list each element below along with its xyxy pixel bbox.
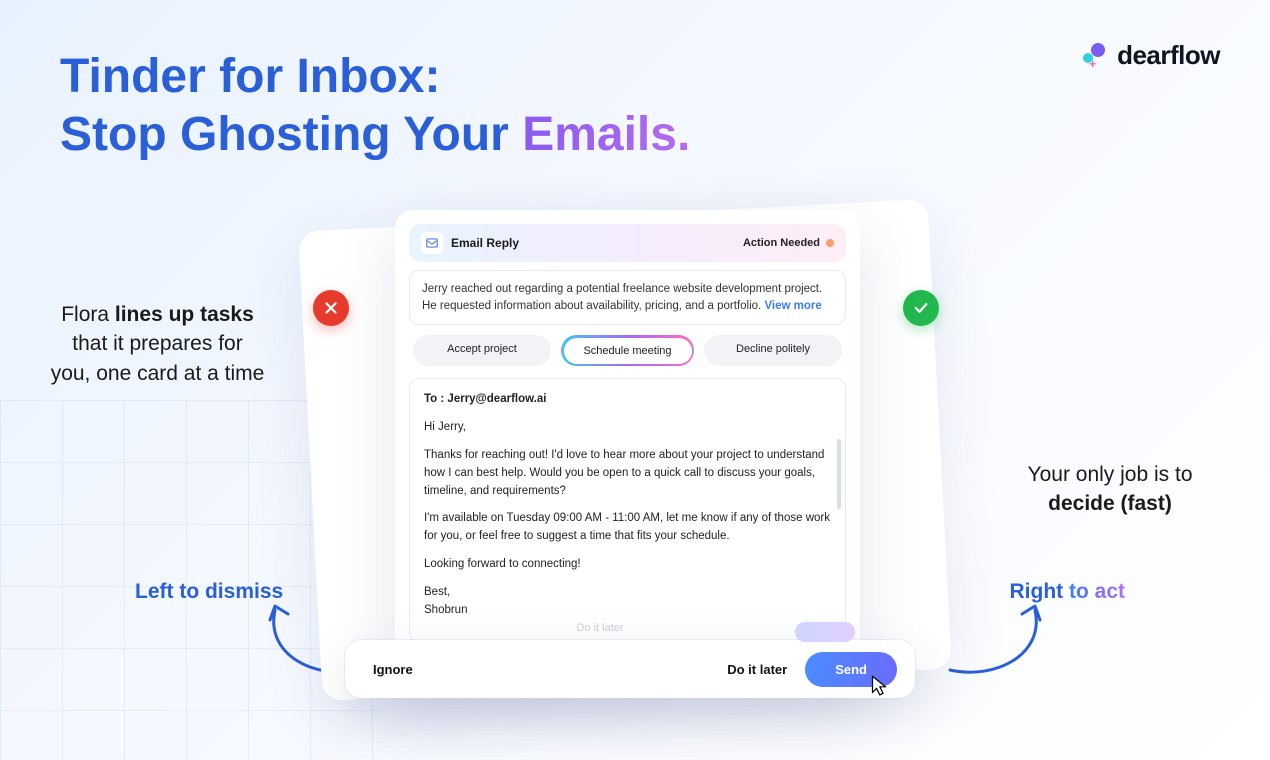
cursor-icon — [866, 673, 892, 699]
email-reply-icon — [421, 232, 443, 254]
close-icon — [322, 299, 340, 317]
scrollbar[interactable] — [837, 439, 841, 509]
suggestion-accept[interactable]: Accept project — [413, 335, 551, 366]
view-more-link[interactable]: View more — [764, 300, 821, 312]
email-sign2: Shobrun — [424, 602, 831, 620]
brand-logo-mark: + — [1081, 43, 1111, 69]
email-card: Email Reply Action Needed Jerry reached … — [395, 210, 860, 692]
card-status: Action Needed — [743, 237, 834, 249]
email-greeting: Hi Jerry, — [424, 419, 831, 437]
card-header: Email Reply Action Needed — [409, 224, 846, 262]
suggestion-row: Accept project Schedule meeting Decline … — [413, 335, 842, 366]
headline: Tinder for Inbox: Stop Ghosting Your Ema… — [60, 48, 690, 163]
send-button[interactable]: Send — [805, 652, 897, 687]
email-p1: Thanks for reaching out! I'd love to hea… — [424, 447, 831, 500]
status-dot-icon — [826, 239, 834, 247]
check-icon — [912, 299, 930, 317]
email-body[interactable]: To : Jerry@dearflow.ai Hi Jerry, Thanks … — [409, 378, 846, 642]
email-summary: Jerry reached out regarding a potential … — [409, 270, 846, 325]
ignore-button[interactable]: Ignore — [373, 662, 413, 677]
brand-logo: + dearflow — [1081, 40, 1220, 71]
email-sign1: Best, — [424, 584, 831, 602]
email-to-line: To : Jerry@dearflow.ai — [424, 391, 831, 409]
card-title: Email Reply — [451, 236, 519, 250]
dismiss-hint: Left to dismiss — [135, 580, 283, 604]
email-p2: I'm available on Tuesday 09:00 AM - 11:0… — [424, 510, 831, 546]
suggestion-schedule[interactable]: Schedule meeting — [561, 335, 694, 366]
left-caption: Flora lines up tasks that it prepares fo… — [50, 300, 265, 388]
email-p3: Looking forward to connecting! — [424, 556, 831, 574]
do-it-later-button[interactable]: Do it later — [727, 662, 787, 677]
headline-line2: Stop Ghosting Your Emails. — [60, 106, 690, 164]
brand-logo-text: dearflow — [1117, 40, 1220, 71]
suggestion-decline[interactable]: Decline politely — [704, 335, 842, 366]
right-caption: Your only job is to decide (fast) — [995, 460, 1225, 519]
headline-line1: Tinder for Inbox: — [60, 48, 690, 106]
act-hint: Right to act — [1010, 580, 1126, 604]
action-bar: Do it later Ignore Do it later Send — [345, 640, 915, 698]
dismiss-chip[interactable] — [313, 290, 349, 326]
accept-chip[interactable] — [903, 290, 939, 326]
